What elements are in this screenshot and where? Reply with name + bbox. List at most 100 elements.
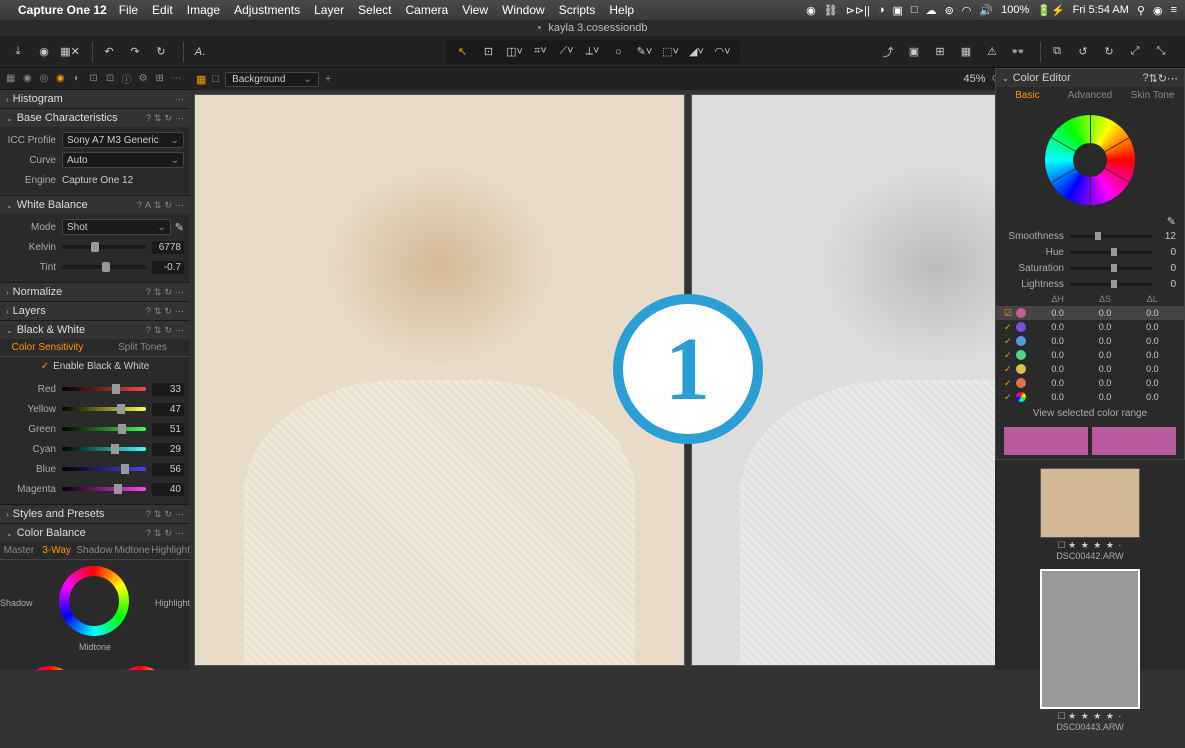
tab-metadata-icon[interactable]: ⓘ: [120, 71, 134, 87]
warning-icon[interactable]: ⚠: [982, 42, 1002, 62]
delete-icon[interactable]: ▦✕: [60, 42, 80, 62]
green-slider[interactable]: [62, 427, 146, 431]
status-icon[interactable]: ◑: [878, 4, 885, 16]
search-icon[interactable]: ⚲: [1137, 4, 1145, 17]
rating-stars[interactable]: ★ ★ ★ ★ ·: [1068, 540, 1122, 550]
reset-icon[interactable]: ↻: [151, 42, 171, 62]
reset-icon[interactable]: ↻: [164, 509, 172, 520]
ce-tab-basic[interactable]: Basic: [996, 87, 1059, 105]
saturation-slider[interactable]: [1070, 267, 1152, 270]
tab-color-icon[interactable]: ◉: [54, 71, 68, 87]
copy-icon[interactable]: ⇅: [154, 306, 162, 317]
brush-icon[interactable]: ✎˅: [635, 42, 655, 62]
mode-select[interactable]: Shot: [62, 219, 171, 235]
bw-header[interactable]: ⌄Black & White?⇅↻⋯: [0, 321, 190, 339]
menu-icon[interactable]: ⋯: [175, 113, 184, 124]
lightness-slider[interactable]: [1070, 283, 1152, 286]
pipette-icon[interactable]: ✎: [175, 221, 184, 234]
print-icon[interactable]: ▣: [904, 42, 924, 62]
histogram-header[interactable]: › Histogram ⋯: [0, 90, 190, 108]
ce-tab-advanced[interactable]: Advanced: [1059, 87, 1122, 105]
reset-icon[interactable]: ↻: [164, 325, 172, 336]
help-icon[interactable]: ?: [146, 509, 151, 519]
styles-header[interactable]: ›Styles and Presets?⇅↻⋯: [0, 505, 190, 523]
capture-icon[interactable]: ◉: [34, 42, 54, 62]
menu-icon[interactable]: ⋯: [175, 94, 184, 105]
crop-icon[interactable]: ⌗˅: [531, 42, 551, 62]
import-icon[interactable]: ⤓: [8, 42, 28, 62]
tab-output-icon[interactable]: ⚙: [136, 71, 150, 87]
status-icon[interactable]: ◉: [806, 4, 816, 17]
ce-tab-skintone[interactable]: Skin Tone: [1121, 87, 1184, 105]
rotate-left-icon[interactable]: ↺: [1073, 42, 1093, 62]
thumbnail-selected[interactable]: ☐ ★ ★ ★ ★ · DSC00443.ARW: [1003, 569, 1177, 732]
help-icon[interactable]: ?: [146, 113, 151, 123]
battery-icon[interactable]: 🔋⚡: [1037, 4, 1064, 17]
copy-icon[interactable]: ⇅: [154, 113, 162, 124]
menu-edit[interactable]: Edit: [152, 3, 173, 17]
hand-icon[interactable]: ⊡: [479, 42, 499, 62]
reset-icon[interactable]: ↻: [164, 200, 172, 211]
status-icon[interactable]: ⊳⊳||: [846, 4, 870, 17]
expand-icon[interactable]: ⤢: [1125, 42, 1145, 62]
tint-value[interactable]: -0.7: [152, 261, 184, 274]
color-swatch-row[interactable]: ✓0.00.00.0: [996, 390, 1184, 404]
layers-header[interactable]: ›Layers?⇅↻⋯: [0, 302, 190, 320]
image-preview-left[interactable]: [194, 94, 685, 666]
color-swatch-row[interactable]: ✓0.00.00.0: [996, 320, 1184, 334]
text-icon[interactable]: A.: [190, 42, 210, 62]
view-range-link[interactable]: View selected color range: [996, 404, 1184, 423]
undo-icon[interactable]: ↶: [99, 42, 119, 62]
collapse-icon[interactable]: ⤡: [1151, 42, 1171, 62]
tab-lens-icon[interactable]: ◎: [37, 71, 51, 87]
normalize-header[interactable]: ›Normalize?⇅↻⋯: [0, 283, 190, 301]
tab-adjust-icon[interactable]: ⊡: [103, 71, 117, 87]
tab-color-sensitivity[interactable]: Color Sensitivity: [0, 339, 95, 356]
menu-icon[interactable]: ⋯: [1167, 72, 1178, 85]
base-header[interactable]: ⌄ Base Characteristics ? ⇅ ↻ ⋯: [0, 109, 190, 127]
color-swatch-row[interactable]: ✓0.00.00.0: [996, 362, 1184, 376]
tab-library-icon[interactable]: ▦: [4, 71, 18, 87]
menu-icon[interactable]: ⋯: [175, 528, 184, 539]
cyan-slider[interactable]: [62, 447, 146, 451]
cb-tab-shadow[interactable]: Shadow: [76, 542, 114, 559]
tab-menu-icon[interactable]: ⋯: [169, 71, 183, 87]
menu-icon[interactable]: ⋯: [175, 306, 184, 317]
rating-checkbox[interactable]: ☐: [1058, 540, 1066, 550]
kelvin-slider[interactable]: [62, 245, 146, 249]
wifi-icon[interactable]: ⊚: [945, 4, 954, 17]
single-view-icon[interactable]: □: [212, 73, 219, 85]
reset-icon[interactable]: ↻: [1158, 72, 1167, 85]
glasses-icon[interactable]: 👓: [1008, 42, 1028, 62]
menu-window[interactable]: Window: [502, 3, 545, 17]
pointer-icon[interactable]: ↖: [453, 42, 473, 62]
tab-details-icon[interactable]: ⊡: [87, 71, 101, 87]
copy-icon[interactable]: ⇅: [154, 287, 162, 298]
clock[interactable]: Fri 5:54 AM: [1073, 4, 1129, 16]
help-icon[interactable]: ?: [146, 325, 151, 335]
rating-stars[interactable]: ★ ★ ★ ★ ·: [1068, 711, 1122, 721]
app-name[interactable]: Capture One 12: [18, 3, 107, 17]
gradient-icon[interactable]: ◢˅: [687, 42, 707, 62]
color-swatch-row[interactable]: ☑0.00.00.0: [996, 306, 1184, 320]
keystone-icon[interactable]: ⟂˅: [583, 42, 603, 62]
cb-tab-master[interactable]: Master: [0, 542, 38, 559]
shadow-wheel[interactable]: [25, 666, 75, 670]
notification-icon[interactable]: ≡: [1171, 4, 1177, 16]
thumbnail[interactable]: ☐ ★ ★ ★ ★ · DSC00442.ARW: [1003, 468, 1177, 561]
copy-icon[interactable]: ⇅: [154, 528, 162, 539]
eraser-icon[interactable]: ⬚˅: [661, 42, 681, 62]
menu-icon[interactable]: ⋯: [175, 200, 184, 211]
help-icon[interactable]: ?: [146, 287, 151, 297]
help-icon[interactable]: ?: [146, 528, 151, 538]
background-select[interactable]: Background: [225, 72, 319, 87]
copy-icon[interactable]: ⇅: [154, 200, 162, 211]
spot-icon[interactable]: ○: [609, 42, 629, 62]
copy-icon[interactable]: ⇅: [154, 325, 162, 336]
rating-checkbox[interactable]: ☐: [1058, 711, 1066, 721]
menu-icon[interactable]: ⋯: [175, 509, 184, 520]
reset-icon[interactable]: ↻: [164, 287, 172, 298]
magenta-slider[interactable]: [62, 487, 146, 491]
menu-image[interactable]: Image: [187, 3, 220, 17]
menu-select[interactable]: Select: [358, 3, 391, 17]
